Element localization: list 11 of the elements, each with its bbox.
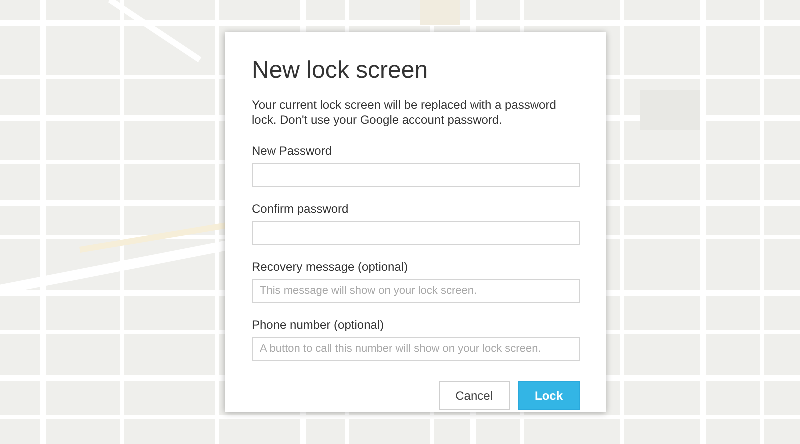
input-field[interactable] — [252, 163, 580, 187]
field-label: Confirm password — [252, 202, 349, 217]
field-label: New Password — [252, 144, 332, 159]
cancel-button[interactable]: Cancel — [438, 381, 510, 410]
input-field[interactable] — [252, 221, 580, 245]
field-label: Phone number (optional) — [252, 318, 384, 333]
dialog-description: Your current lock screen will be replaced with a password lock. Don't use your Google account password. — [252, 98, 558, 128]
input-field[interactable]: This message will show on your lock screen. — [252, 279, 580, 303]
dialog-title: New lock screen — [252, 56, 430, 86]
field-label: Recovery message (optional) — [252, 260, 408, 275]
input-field[interactable]: A button to call this number will show on your lock screen. — [252, 337, 580, 361]
